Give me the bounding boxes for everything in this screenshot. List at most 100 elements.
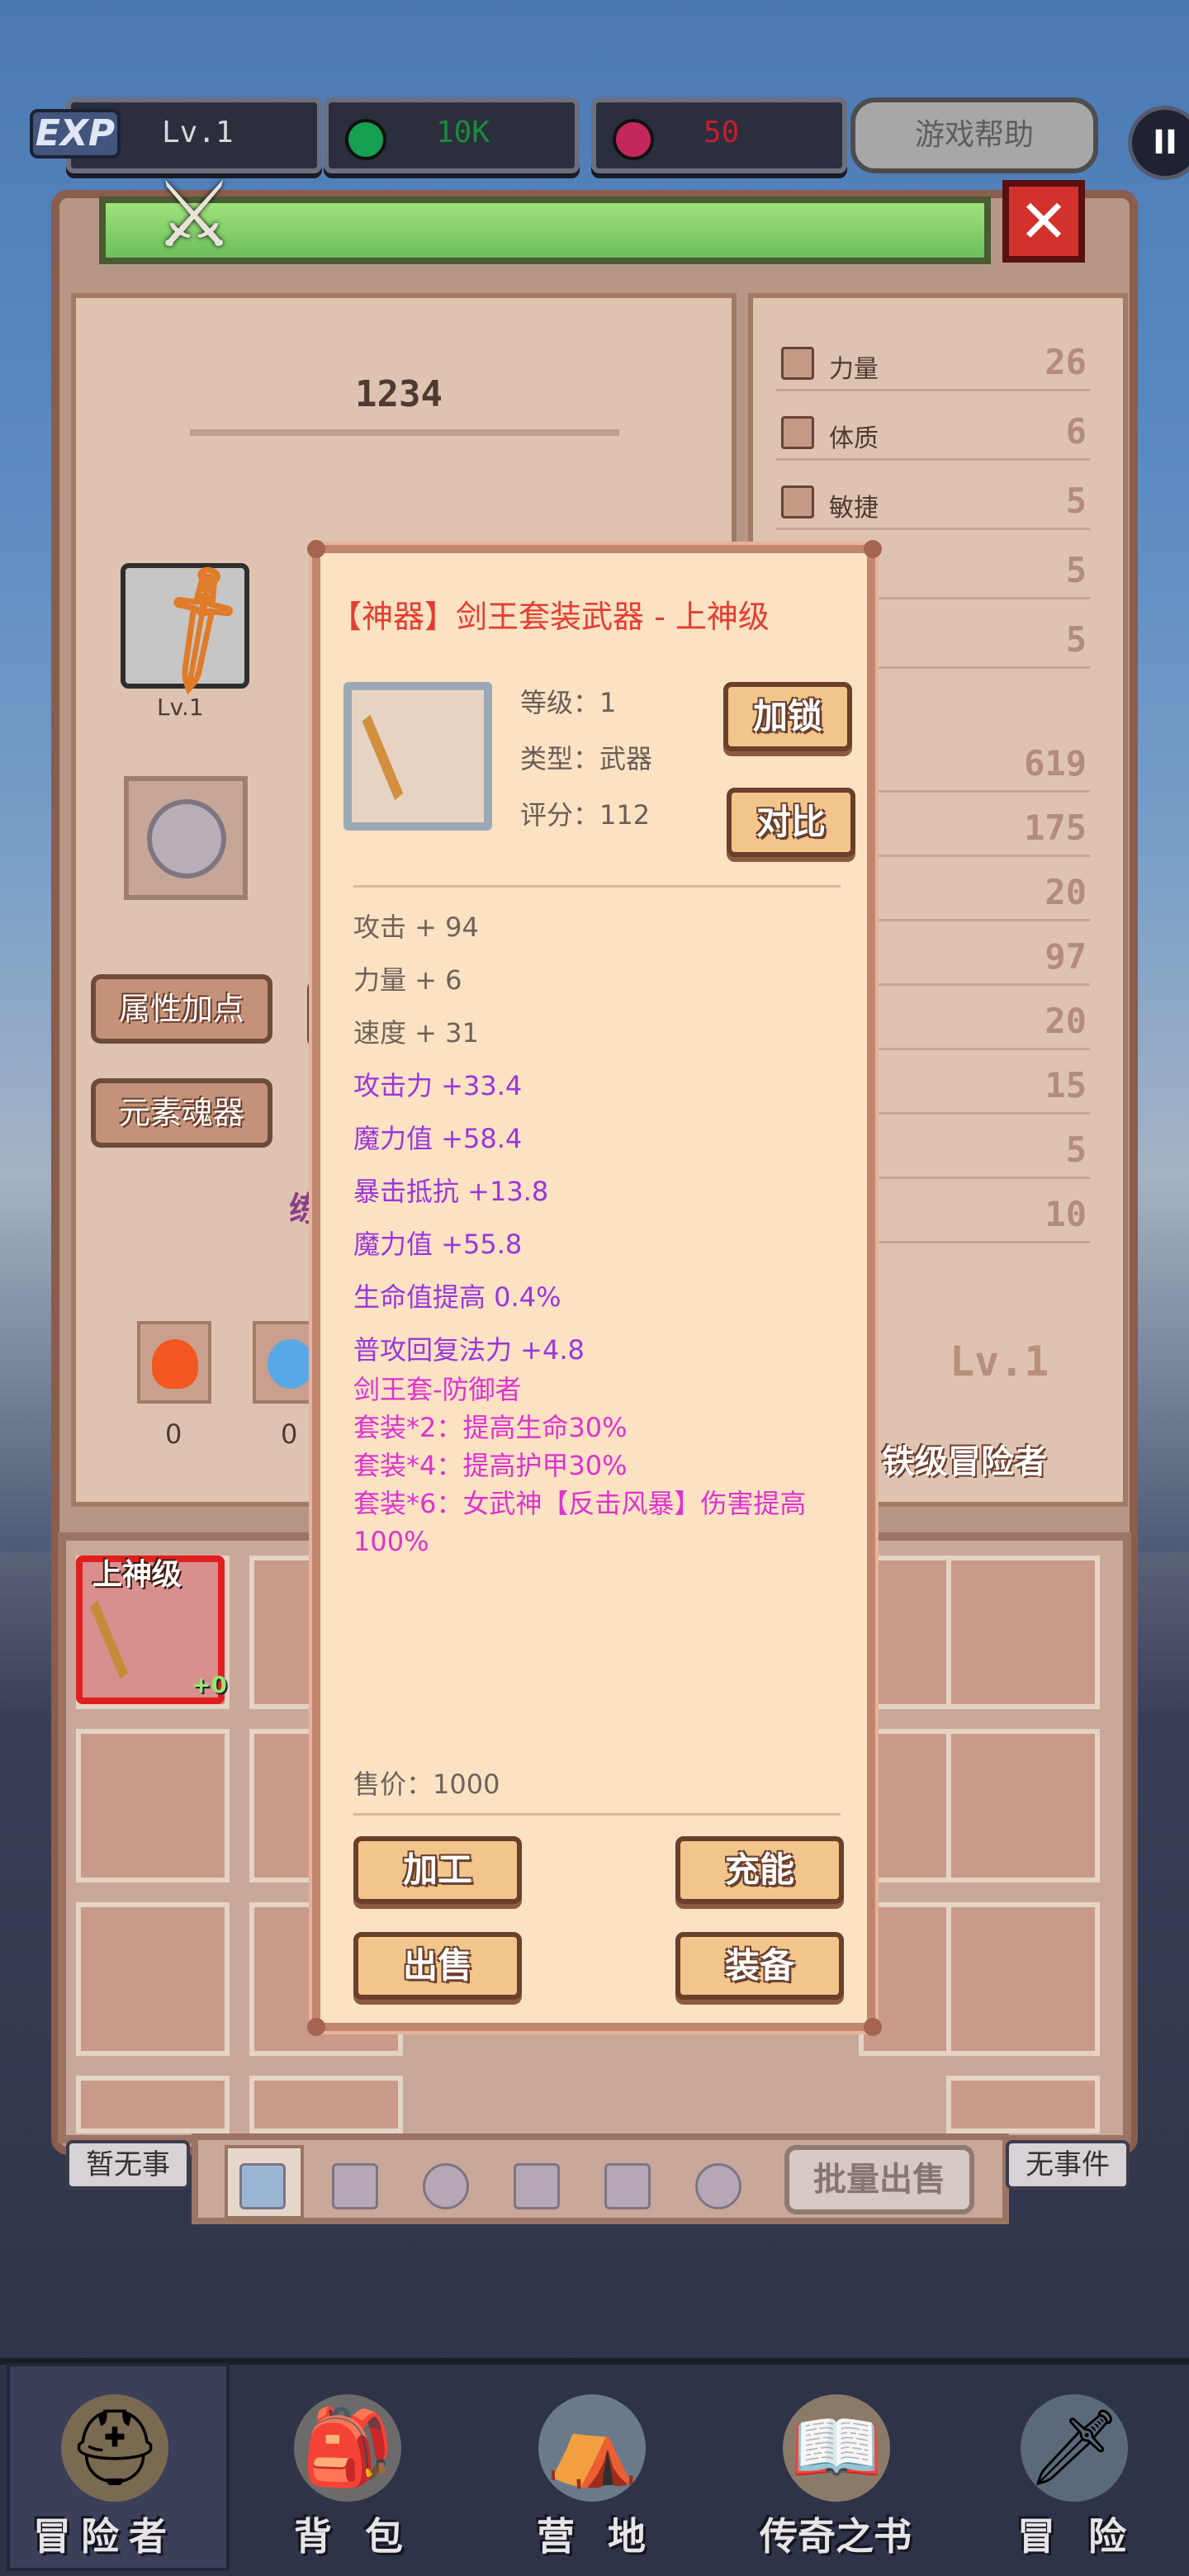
nav-adventure[interactable]: 冒险 [1017,2507,1159,2561]
stat-row-strength: 力量 26 [776,334,1090,391]
stat-value: 5 [1065,1129,1087,1170]
inventory-slot[interactable] [946,2076,1100,2133]
bonus-attr: 普攻回复法力 +4.8 [353,1334,585,1366]
bulk-sell-button[interactable]: 批量出售 [784,2145,974,2214]
stat-value: 20 [1045,872,1087,912]
popup-corner [864,2018,882,2036]
attribute-points-button[interactable]: 属性加点 [91,974,272,1044]
divider [353,1813,841,1816]
stat-value: 5 [1065,619,1087,660]
inventory-slot[interactable] [76,2076,230,2133]
stat-value: 26 [1045,342,1087,382]
camp-icon: ⛺ [538,2394,646,2502]
green-gem-icon [345,119,386,160]
compare-button[interactable]: 对比 [727,788,855,857]
popup-corner [307,540,325,558]
slot-level: Lv.1 [157,694,204,721]
lock-button[interactable]: 加锁 [723,682,852,751]
fire-icon [152,1339,198,1389]
bonus-attr: 暴击抵抗 +13.8 [353,1176,549,1207]
base-attr: 速度 + 31 [353,1017,479,1049]
sell-price: 售价：1000 [353,1769,500,1800]
stat-value: 175 [1024,807,1087,848]
set-bonus: 套装*2：提高生命30% [353,1412,628,1443]
strength-icon [781,347,814,380]
equip-button[interactable]: 装备 [675,1932,844,2000]
ring-slot[interactable] [124,776,248,900]
inventory-slot[interactable] [946,1902,1100,2056]
nav-adventurer[interactable]: 冒险者 [33,2507,177,2561]
item-grade-badge: 上神级 [92,1558,182,1592]
popup-corner [307,2018,325,2036]
stat-value: 10 [1045,1194,1087,1234]
stat-value: 6 [1065,411,1087,452]
inventory-slot[interactable] [946,1729,1100,1882]
stat-value: 15 [1045,1065,1087,1106]
gold-value: 10K [436,116,490,149]
ring-icon [147,799,226,878]
element-soul-button[interactable]: 元素魂器 [91,1078,272,1148]
game-help-button[interactable]: 游戏帮助 [850,97,1098,173]
book-icon: 📖 [783,2394,890,2502]
water-count: 0 [281,1418,298,1450]
shield-tab-icon[interactable] [332,2163,378,2209]
boot-icon [781,485,814,519]
divider [353,885,841,888]
nav-camp[interactable]: 营地 [537,2507,679,2561]
rank-label: 铁级冒险者 [882,1443,1047,1481]
item-enhance-level: +0 [192,1671,227,1698]
event-status-right: 无事件 [1006,2140,1130,2190]
item-score: 评分：112 [520,799,651,831]
stat-row-constitution: 体质 6 [776,403,1090,461]
stat-value: 20 [1045,1001,1087,1041]
stat-label: 敏捷 [829,494,879,523]
base-attr: 攻击 + 94 [353,912,479,943]
popup-corner [864,540,882,558]
item-type: 类型：武器 [520,743,653,774]
helmet-tab-icon[interactable] [423,2163,469,2209]
set-name: 剑王套-防御者 [353,1374,522,1405]
fire-element-slot[interactable] [137,1321,211,1404]
charge-button[interactable]: 充能 [675,1836,844,1904]
inventory-slot[interactable] [249,2076,403,2133]
level-text: Lv.1 [162,116,234,149]
bonus-attr: 生命值提高 0.4% [353,1281,561,1313]
process-button[interactable]: 加工 [353,1836,522,1904]
red-gem-icon [613,119,654,160]
sword-tab-icon [239,2163,286,2209]
set-bonus: 套装*6：女武神【反击风暴】伤害提高100% [353,1488,807,1557]
crossed-swords-icon: ⚔ [153,162,235,268]
heart-icon [781,416,814,449]
gem-counter: 50 [591,97,847,173]
stat-value: 5 [1065,550,1087,590]
inventory-slot[interactable] [946,1556,1100,1709]
gold-counter: 10K [324,97,580,173]
bonus-attr: 魔力值 +55.8 [353,1229,523,1260]
pants-tab-icon[interactable] [604,2163,651,2209]
gem-value: 50 [703,116,740,149]
base-attr: 力量 + 6 [353,964,462,996]
water-icon [268,1339,314,1389]
stat-label: 体质 [829,424,879,453]
set-bonus: 套装*4：提高护甲30% [353,1450,628,1481]
bonus-attr: 魔力值 +58.4 [353,1123,523,1154]
ring-tab-icon[interactable] [695,2163,741,2209]
backpack-icon: 🎒 [294,2394,401,2502]
equipped-weapon-slot[interactable]: 🗡 [121,552,277,704]
stat-value: 619 [1024,743,1087,784]
adventurer-helmet-icon: ⛑ [61,2394,168,2502]
nav-backpack[interactable]: 背包 [294,2507,436,2561]
pause-button[interactable]: II [1128,106,1189,180]
stat-label: 力量 [829,355,879,384]
close-button[interactable]: ✕ [1002,180,1085,263]
nav-legend-book[interactable]: 传奇之书 [760,2507,912,2561]
event-status-left: 暂无事 [66,2140,190,2190]
fire-count: 0 [165,1418,182,1450]
inventory-slot[interactable] [76,1729,230,1882]
bonus-attr: 攻击力 +33.4 [353,1070,523,1101]
sell-button[interactable]: 出售 [353,1932,522,2000]
name-underline [190,429,619,436]
inventory-slot[interactable] [76,1902,230,2056]
armor-tab-icon[interactable] [514,2163,560,2209]
adventure-sword-icon: 🗡 [1021,2394,1128,2502]
